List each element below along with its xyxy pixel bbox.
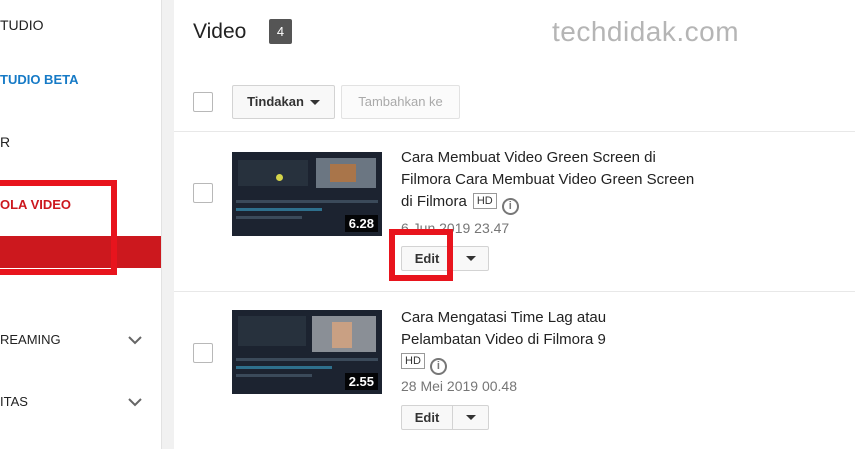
thumbnail-panel [238, 160, 308, 186]
thumbnail-track [236, 374, 312, 377]
thumbnail-track [236, 358, 378, 361]
thumbnail-subject [330, 164, 356, 182]
hd-badge: HD [472, 193, 497, 209]
thumbnail-track [236, 208, 322, 211]
video-title-link[interactable]: Cara Mengatasi Time Lag atau Pelambatan … [401, 309, 606, 348]
sidebar-item-label: TUDIO [0, 17, 44, 33]
actions-label: Tindakan [247, 94, 304, 109]
main-panel: Video 4 techdidak.com Tindakan Tambahkan… [174, 0, 855, 449]
video-count-badge: 4 [269, 19, 292, 44]
highlight-box-edit [389, 229, 453, 281]
sidebar-item-label: TUDIO BETA [0, 72, 79, 87]
video-title-link[interactable]: Cara Membuat Video Green Screen di Filmo… [401, 149, 694, 210]
video-title-block: Cara Mengatasi Time Lag atau Pelambatan … [401, 307, 641, 375]
video-checkbox[interactable] [193, 183, 213, 203]
edit-button[interactable]: Edit [401, 405, 453, 430]
thumbnail-track [236, 200, 378, 203]
info-icon[interactable]: i [501, 198, 519, 215]
video-row: 6.28 Cara Membuat Video Green Screen di … [174, 132, 855, 290]
chevron-down-icon[interactable] [128, 333, 142, 348]
info-icon[interactable]: i [429, 358, 447, 375]
video-thumbnail[interactable]: 2.55 [232, 310, 382, 394]
highlight-box-sidebar [0, 180, 117, 275]
sidebar-item-label: R [0, 134, 11, 150]
more-options-button[interactable] [452, 246, 489, 271]
thumbnail-panel [238, 316, 306, 346]
video-thumbnail[interactable]: 6.28 [232, 152, 382, 236]
video-date: 28 Mei 2019 00.48 [401, 378, 517, 394]
sidebar-item-community[interactable]: ITAS [0, 394, 161, 410]
caret-down-icon [466, 415, 476, 420]
video-duration: 2.55 [344, 373, 378, 390]
hd-badge: HD [401, 353, 425, 369]
sidebar-item-studio-beta[interactable]: TUDIO BETA [0, 72, 161, 87]
sidebar-item-studio[interactable]: TUDIO [0, 17, 161, 33]
thumbnail-marker [276, 174, 283, 181]
add-to-button[interactable]: Tambahkan ke [341, 85, 460, 119]
caret-down-icon [466, 256, 476, 261]
more-options-button[interactable] [452, 405, 489, 430]
video-row: 2.55 Cara Mengatasi Time Lag atau Pelamb… [174, 292, 855, 449]
select-all-checkbox[interactable] [193, 92, 213, 112]
sidebar-item-live-streaming[interactable]: REAMING [0, 332, 161, 348]
app-root: TUDIO TUDIO BETA R OLA VIDEO REAMING ITA… [0, 0, 855, 449]
thumbnail-subject [332, 322, 352, 348]
page-title: Video [193, 20, 247, 43]
actions-dropdown-button[interactable]: Tindakan [232, 85, 335, 119]
thumbnail-track [236, 366, 332, 369]
video-title-block: Cara Membuat Video Green Screen di Filmo… [401, 147, 701, 215]
video-duration: 6.28 [344, 215, 378, 232]
video-checkbox[interactable] [193, 343, 213, 363]
watermark: techdidak.com [552, 16, 740, 47]
thumbnail-track [236, 216, 302, 219]
sidebar-item-r[interactable]: R [0, 134, 161, 150]
sidebar-item-label: ITAS [0, 394, 28, 409]
sidebar-item-label: REAMING [0, 332, 61, 347]
caret-down-icon [309, 100, 320, 106]
chevron-down-icon[interactable] [128, 395, 142, 410]
